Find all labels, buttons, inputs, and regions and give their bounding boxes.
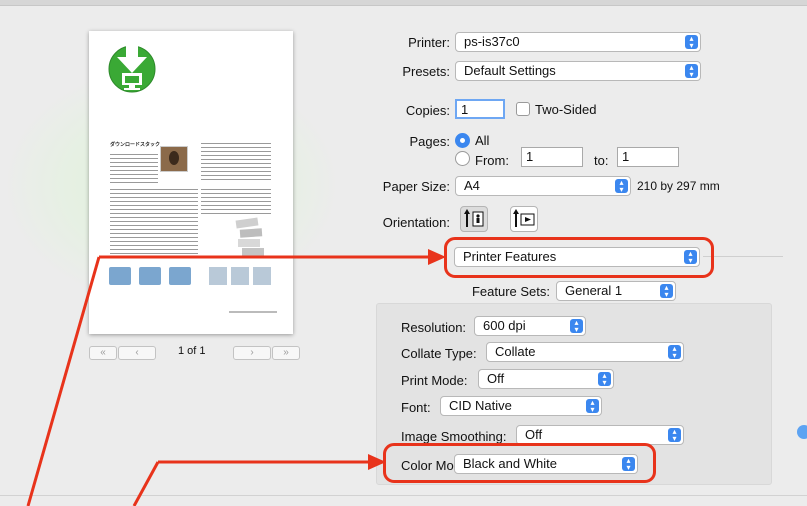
arrow-to-printer-features [26, 256, 101, 506]
annotation-arrows [26, 249, 446, 506]
arrow-to-color-mode [132, 461, 160, 506]
arrowhead-color-mode [368, 454, 386, 470]
arrowhead-printer-features [428, 249, 446, 265]
